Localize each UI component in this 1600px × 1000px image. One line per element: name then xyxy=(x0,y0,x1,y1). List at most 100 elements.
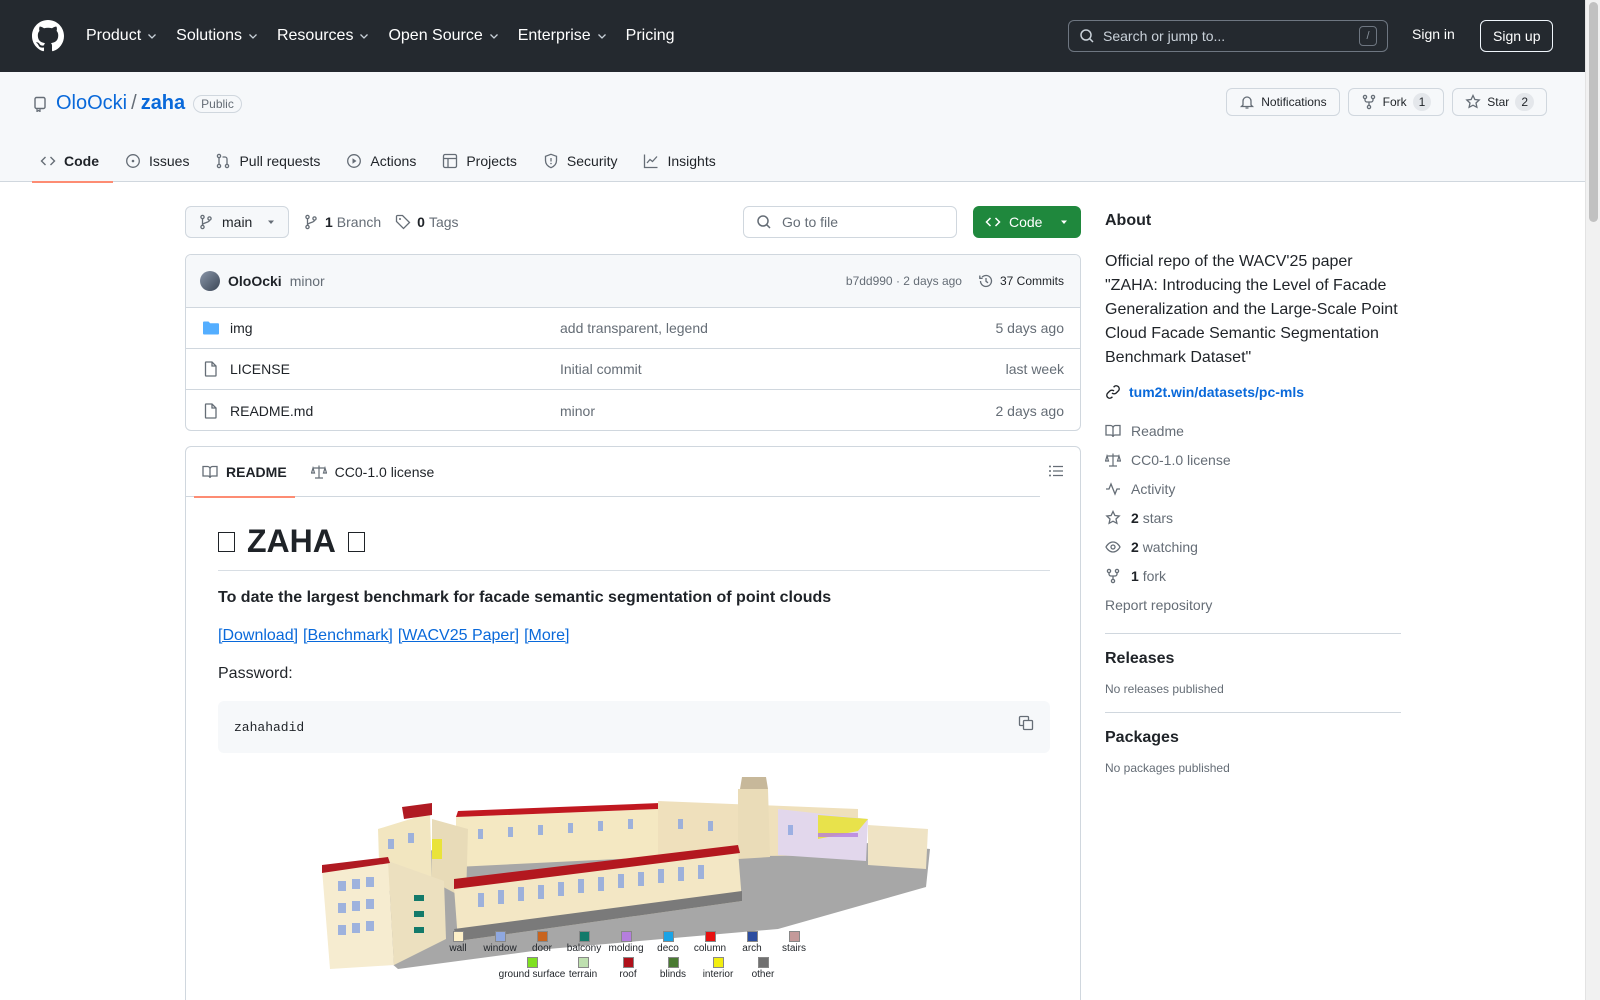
chevron-down-icon xyxy=(249,34,257,39)
sign-up-button[interactable]: Sign up xyxy=(1480,20,1554,52)
star-button[interactable]: Star 2 xyxy=(1452,88,1547,116)
tab-label: CC0-1.0 license xyxy=(334,463,435,480)
download-link[interactable]: [Download] xyxy=(218,627,298,645)
report-repository-link[interactable]: Report repository xyxy=(1105,590,1401,619)
github-logo-icon[interactable] xyxy=(32,20,64,52)
repo-owner-link[interactable]: OloOcki xyxy=(56,92,127,115)
legend-label: balcony xyxy=(566,943,602,954)
readme-tabs: README CC0-1.0 license xyxy=(186,447,1040,498)
commits-link[interactable]: 37 Commits xyxy=(978,273,1064,289)
tab-pull-requests[interactable]: Pull requests xyxy=(207,140,334,182)
code-icon xyxy=(985,217,1001,227)
tab-issues[interactable]: Issues xyxy=(117,140,203,182)
meta-label: Readme xyxy=(1131,422,1184,439)
go-to-file-input[interactable]: Go to file xyxy=(743,206,957,238)
file-commit-link[interactable]: Initial commit xyxy=(560,361,1006,377)
chevron-down-icon xyxy=(148,34,157,39)
repo-separator: / xyxy=(131,92,137,114)
graph-icon xyxy=(644,154,658,169)
watchers-link[interactable]: 2 watching xyxy=(1105,532,1401,561)
law-icon xyxy=(1105,453,1121,467)
notifications-button[interactable]: Notifications xyxy=(1226,88,1340,116)
legend-item: interior xyxy=(694,957,742,980)
tab-security[interactable]: Security xyxy=(535,140,632,182)
legend-swatch xyxy=(452,931,464,942)
readme-link[interactable]: Readme xyxy=(1105,416,1401,445)
tab-license[interactable]: CC0-1.0 license xyxy=(303,447,443,497)
tab-insights[interactable]: Insights xyxy=(635,140,729,182)
avatar[interactable] xyxy=(200,271,220,291)
tags-link[interactable]: 0 Tags xyxy=(417,214,458,230)
table-row[interactable]: LICENSE Initial commit last week xyxy=(186,349,1080,390)
stars-link[interactable]: 2 stars xyxy=(1105,503,1401,532)
file-name-link[interactable]: LICENSE xyxy=(230,361,290,377)
global-search-input[interactable]: Search or jump to... / xyxy=(1068,20,1388,52)
releases-heading[interactable]: Releases xyxy=(1105,650,1401,668)
emoji-placeholder xyxy=(347,531,365,552)
legend-item: door xyxy=(518,931,566,954)
pulse-icon xyxy=(1106,481,1120,496)
about-heading: About xyxy=(1105,212,1152,229)
benchmark-link[interactable]: [Benchmark] xyxy=(303,627,393,645)
legend-swatch xyxy=(536,931,548,942)
scrollbar-thumb[interactable] xyxy=(1589,2,1598,222)
legend-item: stairs xyxy=(770,931,818,954)
more-link[interactable]: [More] xyxy=(524,627,569,645)
branches-link[interactable]: 1 Branch xyxy=(325,214,381,230)
releases-section: Releases No releases published xyxy=(1105,633,1401,696)
nav-label: Open Source xyxy=(388,27,483,44)
license-link[interactable]: CC0-1.0 license xyxy=(1105,445,1401,474)
page-scrollbar[interactable] xyxy=(1585,0,1600,1000)
file-commit-link[interactable]: add transparent, legend xyxy=(560,320,996,336)
link-icon xyxy=(1106,385,1120,399)
legend-item: arch xyxy=(728,931,776,954)
repo-actions: Notifications Fork 1 Star 2 xyxy=(1226,88,1547,116)
tag-count: 0 xyxy=(417,214,425,230)
copy-icon[interactable] xyxy=(1018,715,1034,731)
nav-enterprise[interactable]: Enterprise xyxy=(518,27,608,45)
tab-readme[interactable]: README xyxy=(194,447,295,498)
file-name-link[interactable]: README.md xyxy=(230,403,313,419)
packages-heading[interactable]: Packages xyxy=(1105,729,1401,747)
fork-counter: 1 xyxy=(1412,93,1432,111)
fork-button[interactable]: Fork 1 xyxy=(1347,88,1445,116)
legend-label: wall xyxy=(449,943,467,954)
legend-label: stairs xyxy=(782,943,806,954)
tag-icon xyxy=(396,214,411,230)
code-dropdown-button[interactable]: Code xyxy=(973,206,1081,238)
activity-link[interactable]: Activity xyxy=(1105,474,1401,503)
tab-projects[interactable]: Projects xyxy=(434,140,531,182)
file-commit-link[interactable]: minor xyxy=(560,403,996,419)
file-name-link[interactable]: img xyxy=(230,320,253,336)
sign-in-link[interactable]: Sign in xyxy=(1412,26,1455,42)
releases-empty: No releases published xyxy=(1105,682,1224,696)
website-link[interactable]: tum2t.win/datasets/pc-mls xyxy=(1129,384,1304,400)
nav-product[interactable]: Product xyxy=(86,27,158,45)
repo-name-link[interactable]: zaha xyxy=(141,92,185,115)
tab-code[interactable]: Code xyxy=(32,140,113,183)
commit-author-link[interactable]: OloOcki xyxy=(228,273,282,289)
tab-actions[interactable]: Actions xyxy=(338,140,430,182)
tab-label: Actions xyxy=(370,153,417,169)
legend-item: balcony xyxy=(560,931,608,954)
eye-icon xyxy=(1105,540,1121,553)
table-row[interactable]: README.md minor 2 days ago xyxy=(186,390,1080,430)
nav-label: Pricing xyxy=(625,27,675,44)
forks-link[interactable]: 1 fork xyxy=(1105,561,1401,590)
paper-link[interactable]: [WACV25 Paper] xyxy=(398,627,519,645)
nav-label: Solutions xyxy=(176,27,242,44)
table-row[interactable]: img add transparent, legend 5 days ago xyxy=(186,308,1080,349)
nav-open-source[interactable]: Open Source xyxy=(388,27,499,45)
nav-solutions[interactable]: Solutions xyxy=(176,27,259,45)
readme-links: [Download] [Benchmark] [WACV25 Paper] [M… xyxy=(218,627,1050,645)
commit-message-link[interactable]: minor xyxy=(290,273,325,289)
legend-item: other xyxy=(739,957,787,980)
tag-label: Tags xyxy=(428,214,459,230)
nav-pricing[interactable]: Pricing xyxy=(626,27,675,45)
list-unordered-icon[interactable] xyxy=(1048,463,1064,479)
repo-icon xyxy=(34,96,46,112)
branch-selector[interactable]: main xyxy=(185,206,289,238)
nav-resources[interactable]: Resources xyxy=(277,27,370,45)
legend-label: blinds xyxy=(659,969,687,980)
commit-hash-time[interactable]: b7dd990 · 2 days ago xyxy=(846,274,962,288)
